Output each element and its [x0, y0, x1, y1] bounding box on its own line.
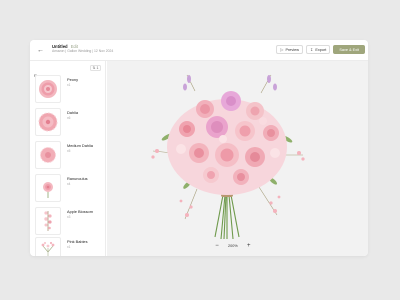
apple-blossom-thumbnail — [35, 207, 61, 235]
preview-label: Preview — [285, 47, 300, 52]
back-button[interactable]: ← — [35, 45, 46, 56]
flower-name: Dahlia — [67, 110, 79, 115]
download-icon: ↧ — [310, 46, 314, 52]
top-bar: ← Untitled Edit Amazon | Gallon Wedding … — [30, 40, 368, 61]
flower-item-ranunculus[interactable]: Ranunculus x4 — [35, 174, 105, 202]
bouquet-image[interactable] — [127, 69, 327, 241]
minus-icon: − — [215, 242, 219, 249]
flower-quantity: x4 — [67, 182, 71, 186]
play-icon: ▷ — [280, 46, 284, 52]
save-exit-button[interactable]: Save & Exit — [333, 45, 365, 54]
zoom-out-button[interactable]: − — [213, 242, 221, 250]
header-actions: ▷ Preview ↧ Export Save & Exit — [276, 45, 365, 54]
medium-dahlia-image — [40, 147, 56, 163]
ranunculus-image — [43, 182, 53, 198]
preview-button[interactable]: ▷ Preview — [276, 45, 304, 54]
app-window: ← Untitled Edit Amazon | Gallon Wedding … — [30, 40, 368, 256]
peony-image — [39, 80, 57, 98]
sidebar-header: Flowers ⇅ 1 — [34, 64, 101, 78]
flower-quantity: x3 — [67, 215, 71, 219]
sort-value: 1 — [96, 66, 99, 70]
flower-name: Medium Dahlia — [67, 143, 93, 148]
ranunculus-thumbnail — [35, 174, 61, 202]
flower-item-medium-dahlia[interactable]: Medium Dahlia x5 — [35, 141, 105, 169]
bouquet-canvas[interactable]: − 200% + — [107, 61, 368, 256]
sort-icon: ⇅ — [92, 66, 96, 70]
zoom-controls: − 200% + — [213, 241, 253, 250]
flower-quantity: x6 — [67, 116, 71, 120]
flowers-sidebar: Flowers ⇅ 1 Peony x1 — [30, 61, 106, 256]
flower-name: Apple Blossom — [67, 209, 93, 214]
sort-control[interactable]: ⇅ 1 — [89, 65, 101, 71]
dahlia-thumbnail — [35, 108, 61, 136]
flower-quantity: x1 — [67, 245, 71, 249]
pink-babies-image — [41, 241, 55, 256]
zoom-in-button[interactable]: + — [245, 242, 253, 250]
project-title-group: Untitled Edit Amazon | Gallon Wedding | … — [52, 44, 113, 54]
plus-icon: + — [246, 242, 251, 249]
export-button[interactable]: ↧ Export — [306, 45, 331, 54]
export-label: Export — [315, 47, 327, 52]
arrow-left-icon: ← — [37, 47, 44, 54]
flower-name: Peony — [67, 77, 79, 82]
pink-babies-thumbnail — [35, 237, 61, 256]
flower-quantity: x5 — [67, 149, 71, 153]
flower-quantity: x1 — [67, 83, 71, 87]
flower-item-apple-blossom[interactable]: Apple Blossom x3 — [35, 207, 105, 235]
save-exit-label: Save & Exit — [339, 47, 359, 52]
flower-item-pink-babies[interactable]: Pink Babies x1 — [35, 237, 105, 256]
zoom-level: 200% — [228, 243, 238, 248]
apple-blossom-image — [44, 211, 52, 231]
flower-name: Pink Babies — [67, 239, 88, 244]
flower-name: Ranunculus — [67, 176, 88, 181]
medium-dahlia-thumbnail — [35, 141, 61, 169]
dahlia-image — [38, 112, 58, 132]
flower-item-dahlia[interactable]: Dahlia x6 — [35, 108, 105, 136]
project-subtitle: Amazon | Gallon Wedding | 12 Nov 2024 — [52, 49, 114, 53]
peony-thumbnail — [35, 75, 61, 103]
flower-item-peony[interactable]: Peony x1 — [35, 75, 105, 103]
